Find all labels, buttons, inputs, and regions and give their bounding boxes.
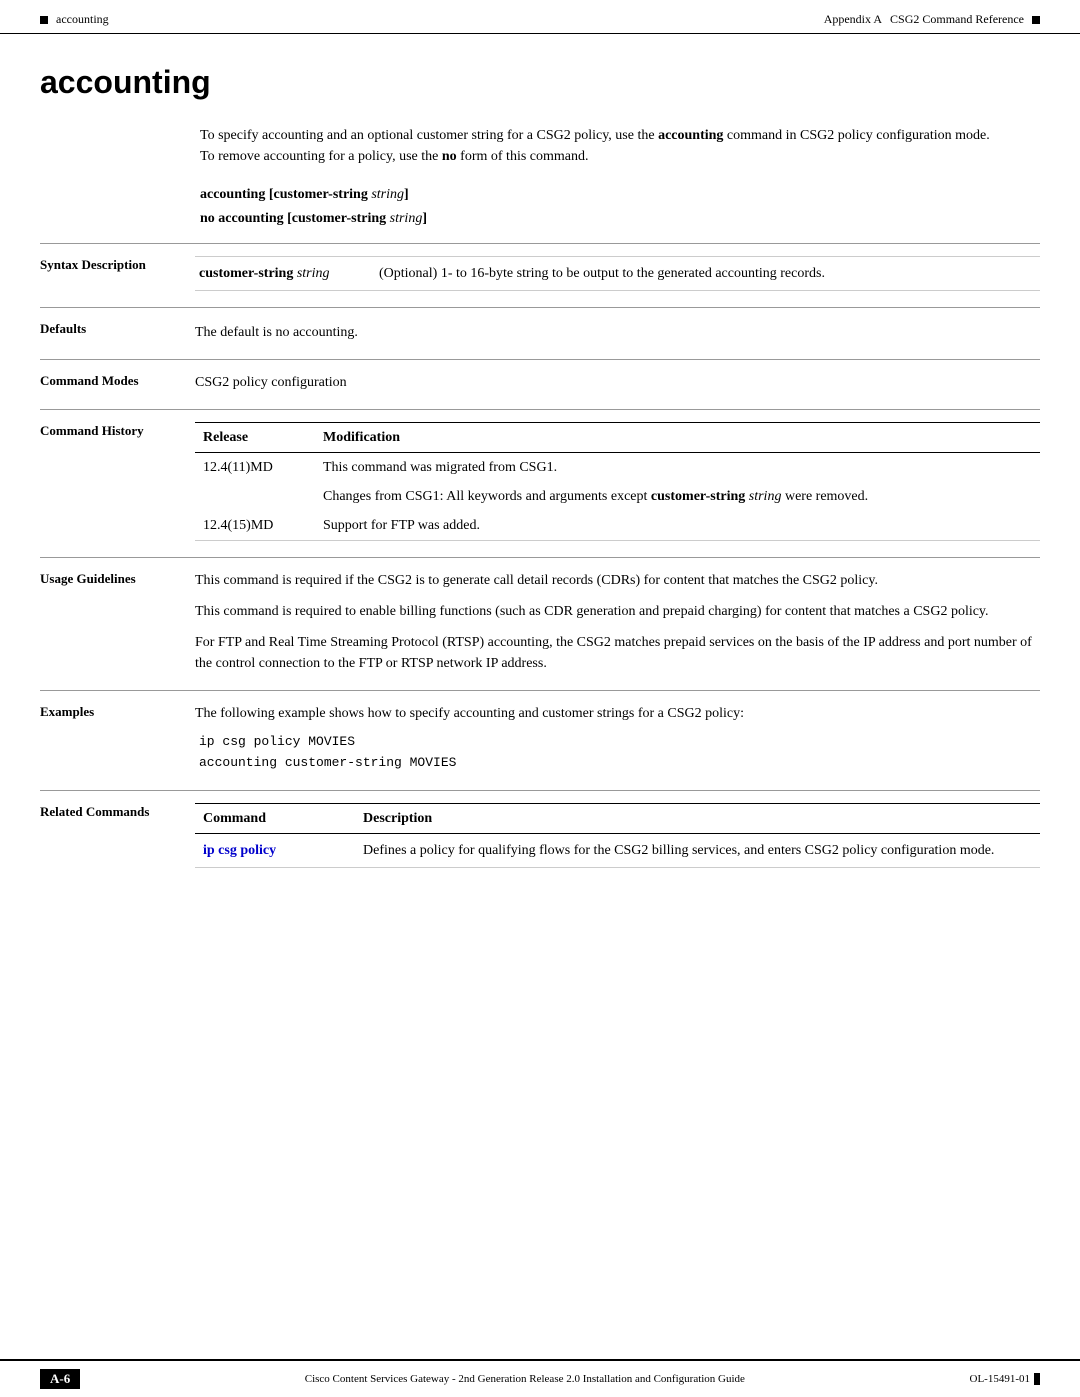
history-mod-2-text1: Changes from CSG1: All keywords and argu… <box>323 489 651 504</box>
footer-page-number: A-6 <box>40 1369 80 1389</box>
command-modes-section: Command Modes CSG2 policy configuration <box>40 359 1040 409</box>
usage-para-1: This command is required if the CSG2 is … <box>195 570 1040 591</box>
syntax-description-content: customer-string string (Optional) 1- to … <box>195 256 1040 291</box>
example-intro-text: The following example shows how to speci… <box>195 703 1040 724</box>
param-italic: string <box>293 266 329 281</box>
history-mod-1: This command was migrated from CSG1. <box>315 453 1040 483</box>
usage-para-3: For FTP and Real Time Streaming Protocol… <box>195 632 1040 674</box>
related-row-1: ip csg policy Defines a policy for quali… <box>195 833 1040 867</box>
page-title: accounting <box>40 64 1040 101</box>
header-left: accounting <box>40 12 109 27</box>
page-header: accounting Appendix A CSG2 Command Refer… <box>0 0 1080 34</box>
syntax-table-row: customer-string string (Optional) 1- to … <box>195 257 1040 291</box>
command-history-content: Release Modification 12.4(11)MD This com… <box>195 422 1040 541</box>
history-mod-2: Changes from CSG1: All keywords and argu… <box>315 482 1040 511</box>
footer-left: A-6 <box>40 1369 80 1389</box>
syntax-param: customer-string string <box>195 257 375 291</box>
header-right: Appendix A CSG2 Command Reference <box>824 12 1040 27</box>
usage-guidelines-section: Usage Guidelines This command is require… <box>40 557 1040 690</box>
history-col-release: Release <box>195 423 315 453</box>
intro-paragraph: To specify accounting and an optional cu… <box>200 125 1000 167</box>
intro-text1: To specify accounting and an optional cu… <box>200 128 658 143</box>
syntax-bold2: no accounting [customer-string <box>200 211 390 226</box>
footer-book-title: Cisco Content Services Gateway - 2nd Gen… <box>305 1373 745 1385</box>
page-footer: A-6 Cisco Content Services Gateway - 2nd… <box>0 1359 1080 1397</box>
syntax-italic2: string <box>390 211 423 226</box>
main-content: accounting To specify accounting and an … <box>0 34 1080 964</box>
usage-guidelines-label: Usage Guidelines <box>40 570 195 674</box>
examples-label: Examples <box>40 703 195 774</box>
header-bar-icon <box>1032 16 1040 24</box>
syntax-end2: ] <box>422 211 427 226</box>
syntax-end1: ] <box>404 187 409 202</box>
footer-center-text: Cisco Content Services Gateway - 2nd Gen… <box>80 1373 969 1385</box>
footer-right: OL-15491-01 <box>970 1373 1041 1385</box>
syntax-table: customer-string string (Optional) 1- to … <box>195 256 1040 291</box>
history-row-2: Changes from CSG1: All keywords and argu… <box>195 482 1040 511</box>
param-bold: customer-string <box>199 266 293 281</box>
history-header-row: Release Modification <box>195 423 1040 453</box>
history-release-1: 12.4(11)MD <box>195 453 315 483</box>
usage-guidelines-content: This command is required if the CSG2 is … <box>195 570 1040 674</box>
intro-text3: form of this command. <box>457 149 589 164</box>
history-mod-2-bold: customer-string <box>651 489 745 504</box>
history-mod-3: Support for FTP was added. <box>315 511 1040 541</box>
square-icon <box>40 16 48 24</box>
related-commands-content: Command Description ip csg policy Define… <box>195 803 1040 868</box>
history-col-mod: Modification <box>315 423 1040 453</box>
command-modes-content: CSG2 policy configuration <box>195 372 1040 393</box>
defaults-section: Defaults The default is no accounting. <box>40 307 1040 359</box>
related-command-1: ip csg policy <box>195 833 355 867</box>
header-appendix-label: Appendix A <box>824 12 882 27</box>
related-header-row: Command Description <box>195 803 1040 833</box>
history-mod-2-text2: were removed. <box>781 489 868 504</box>
param-desc-text: Optional) 1- to 16-byte string to be out… <box>384 266 825 281</box>
syntax-description-label: Syntax Description <box>40 256 195 291</box>
footer-bar-icon <box>1034 1373 1040 1385</box>
related-command-link-1[interactable]: ip csg policy <box>203 843 276 858</box>
header-chapter-label: accounting <box>56 12 109 27</box>
defaults-content: The default is no accounting. <box>195 320 1040 343</box>
example-code-line1: ip csg policy MOVIES <box>199 732 1040 753</box>
related-col-desc: Description <box>355 803 1040 833</box>
examples-content: The following example shows how to speci… <box>195 703 1040 774</box>
history-release-2 <box>195 482 315 511</box>
related-commands-section: Related Commands Command Description ip … <box>40 790 1040 884</box>
command-history-label: Command History <box>40 422 195 541</box>
syntax-italic1: string <box>371 187 404 202</box>
defaults-label: Defaults <box>40 320 195 343</box>
history-mod-2-italic: string <box>745 489 781 504</box>
syntax-line2: no accounting [customer-string string] <box>200 211 1040 227</box>
syntax-description-section: Syntax Description customer-string strin… <box>40 243 1040 307</box>
related-col-command: Command <box>195 803 355 833</box>
history-row-1: 12.4(11)MD This command was migrated fro… <box>195 453 1040 483</box>
syntax-param-desc: (Optional) 1- to 16-byte string to be ou… <box>375 257 1040 291</box>
example-code-block: ip csg policy MOVIES accounting customer… <box>199 732 1040 774</box>
command-modes-label: Command Modes <box>40 372 195 393</box>
history-row-3: 12.4(15)MD Support for FTP was added. <box>195 511 1040 541</box>
intro-bold1: accounting <box>658 128 723 143</box>
usage-para-2: This command is required to enable billi… <box>195 601 1040 622</box>
footer-doc-num: OL-15491-01 <box>970 1373 1031 1385</box>
command-history-section: Command History Release Modification 12.… <box>40 409 1040 557</box>
related-commands-label: Related Commands <box>40 803 195 868</box>
related-table: Command Description ip csg policy Define… <box>195 803 1040 868</box>
syntax-line1: accounting [customer-string string] <box>200 187 1040 203</box>
syntax-bold1: accounting [customer-string <box>200 187 371 202</box>
history-table: Release Modification 12.4(11)MD This com… <box>195 422 1040 541</box>
related-desc-1: Defines a policy for qualifying flows fo… <box>355 833 1040 867</box>
history-release-3: 12.4(15)MD <box>195 511 315 541</box>
intro-bold2: no <box>442 149 457 164</box>
example-code-line2: accounting customer-string MOVIES <box>199 753 1040 774</box>
header-section-label: CSG2 Command Reference <box>890 12 1024 27</box>
examples-section: Examples The following example shows how… <box>40 690 1040 790</box>
